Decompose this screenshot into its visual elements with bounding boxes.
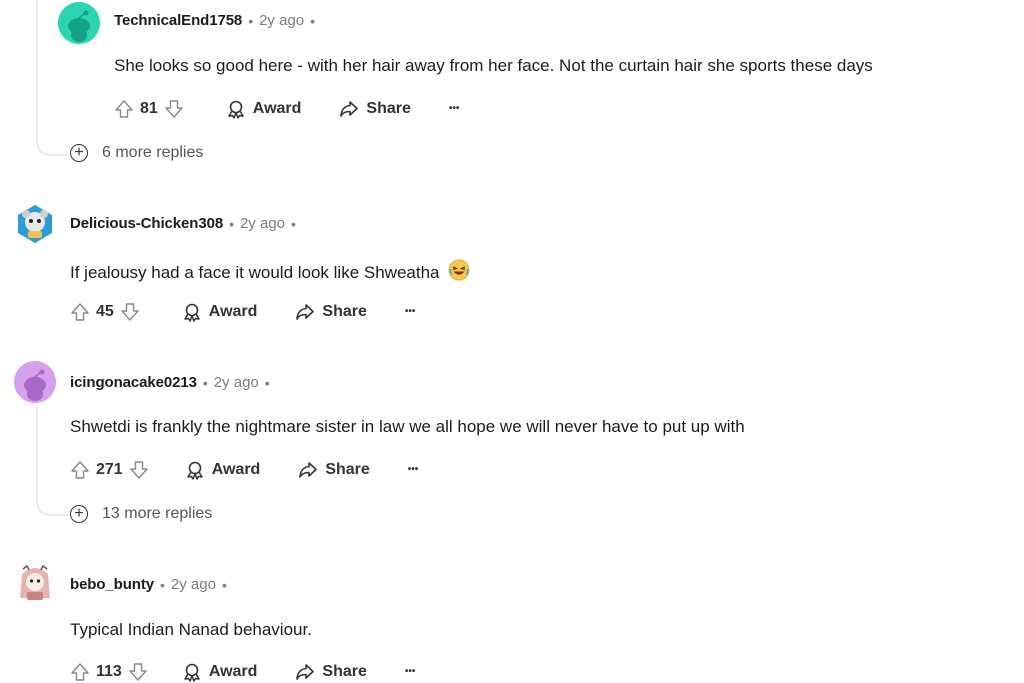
comment-text: She looks so good here - with her hair a…	[114, 56, 873, 75]
vote-group: 271	[70, 460, 149, 480]
downvote-icon[interactable]	[129, 460, 149, 480]
award-button[interactable]: Award	[226, 99, 302, 119]
more-options-icon[interactable]: •••	[408, 465, 419, 475]
comment-text: Typical Indian Nanad behaviour.	[70, 620, 312, 639]
comment-meta: TechnicalEnd1758 • 2y ago •	[114, 12, 321, 29]
more-options-icon[interactable]: •••	[405, 667, 416, 677]
timestamp[interactable]: 2y ago	[240, 215, 285, 232]
username[interactable]: Delicious-Chicken308	[70, 215, 223, 232]
comment-body: Typical Indian Nanad behaviour.	[70, 620, 312, 640]
separator-dot: •	[291, 215, 296, 232]
downvote-icon[interactable]	[120, 302, 140, 322]
downvote-icon[interactable]	[164, 99, 184, 119]
award-label: Award	[252, 100, 302, 117]
award-icon	[184, 303, 200, 322]
vote-count: 81	[140, 100, 158, 117]
comment-body: If jealousy had a face it would look lik…	[70, 259, 470, 286]
username[interactable]: icingonacake0213	[70, 374, 197, 391]
comment-meta: icingonacake0213 • 2y ago •	[70, 374, 276, 391]
award-label: Award	[208, 303, 258, 320]
thread-connector	[36, 132, 68, 156]
more-options-icon[interactable]: •••	[449, 104, 460, 114]
vote-group: 45	[70, 302, 140, 322]
comment-thread: TechnicalEnd1758 • 2y ago • She looks so…	[0, 0, 1024, 683]
award-button[interactable]: Award	[182, 302, 258, 322]
vote-group: 81	[114, 99, 184, 119]
separator-dot: •	[160, 576, 165, 593]
vote-group: 113	[70, 662, 148, 682]
upvote-icon[interactable]	[70, 302, 90, 322]
more-replies-button[interactable]: + 6 more replies	[70, 144, 203, 162]
share-icon	[340, 101, 359, 117]
comment-actions: 45 Award Share •••	[70, 299, 415, 325]
vote-count: 45	[96, 303, 114, 320]
comment-meta: bebo_bunty • 2y ago •	[70, 576, 233, 593]
username[interactable]: bebo_bunty	[70, 576, 154, 593]
upvote-icon[interactable]	[114, 99, 134, 119]
award-button[interactable]: Award	[185, 460, 261, 480]
share-icon	[296, 304, 315, 320]
comment-text: Shwetdi is frankly the nightmare sister …	[70, 417, 745, 436]
timestamp[interactable]: 2y ago	[171, 576, 216, 593]
comment-meta: Delicious-Chicken308 • 2y ago •	[70, 215, 302, 232]
award-label: Award	[208, 663, 258, 680]
downvote-icon[interactable]	[128, 662, 148, 682]
award-button[interactable]: Award	[182, 662, 258, 682]
comment-actions: 81 Award Share •••	[114, 96, 459, 122]
avatar[interactable]	[14, 361, 56, 403]
snoo-avatar-icon	[15, 204, 55, 244]
share-label: Share	[322, 303, 367, 320]
award-icon	[184, 663, 200, 682]
timestamp[interactable]: 2y ago	[259, 12, 304, 29]
vote-count: 113	[96, 663, 122, 680]
timestamp[interactable]: 2y ago	[214, 374, 259, 391]
vote-count: 271	[96, 461, 123, 478]
thread-line[interactable]	[36, 406, 38, 496]
award-icon	[186, 461, 203, 480]
separator-dot: •	[310, 12, 316, 29]
share-label: Share	[322, 663, 367, 680]
share-icon	[296, 664, 315, 680]
share-button[interactable]: Share	[339, 99, 411, 119]
upvote-icon[interactable]	[70, 662, 90, 682]
snoo-avatar-icon	[58, 2, 100, 44]
plus-circle-icon: +	[70, 505, 88, 523]
award-icon	[228, 100, 244, 119]
more-replies-label: 6 more replies	[102, 144, 204, 161]
separator-dot: •	[229, 215, 234, 232]
comment-actions: 271 Award Share •••	[70, 457, 418, 483]
share-button[interactable]: Share	[298, 460, 370, 480]
share-icon	[299, 462, 318, 478]
more-replies-button[interactable]: + 13 more replies	[70, 505, 212, 523]
more-options-icon[interactable]: •••	[405, 307, 416, 317]
share-label: Share	[325, 461, 370, 478]
share-button[interactable]: Share	[295, 662, 367, 682]
plus-circle-icon: +	[70, 144, 88, 162]
comment-body: She looks so good here - with her hair a…	[114, 56, 873, 76]
thread-connector	[36, 492, 68, 516]
award-label: Award	[211, 461, 261, 478]
upvote-icon[interactable]	[70, 460, 90, 480]
snoo-avatar-icon	[15, 563, 55, 603]
laughing-emoji-icon	[448, 259, 470, 286]
avatar[interactable]	[58, 2, 100, 44]
avatar[interactable]	[14, 562, 56, 604]
share-button[interactable]: Share	[295, 302, 367, 322]
thread-line[interactable]	[36, 0, 38, 132]
separator-dot: •	[221, 576, 227, 593]
snoo-avatar-icon	[14, 361, 56, 403]
comment-text: If jealousy had a face it would look lik…	[70, 262, 440, 282]
share-label: Share	[366, 100, 411, 117]
username[interactable]: TechnicalEnd1758	[114, 12, 242, 29]
comment-actions: 113 Award Share •••	[70, 659, 415, 683]
separator-dot: •	[248, 12, 254, 29]
comment-body: Shwetdi is frankly the nightmare sister …	[70, 417, 745, 437]
separator-dot: •	[264, 374, 270, 391]
separator-dot: •	[202, 374, 208, 391]
avatar[interactable]	[14, 203, 56, 245]
more-replies-label: 13 more replies	[102, 505, 213, 522]
